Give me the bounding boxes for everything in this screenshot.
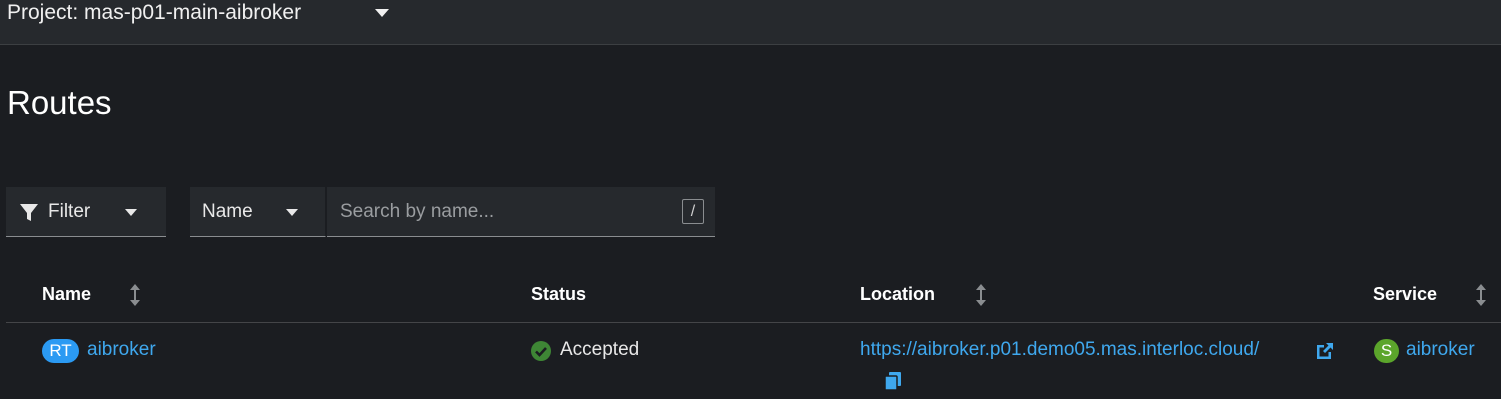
caret-down-icon[interactable] <box>374 8 390 18</box>
status-text: Accepted <box>560 339 640 360</box>
table-divider <box>6 322 1501 323</box>
external-link-icon[interactable] <box>1315 341 1335 361</box>
caret-down-icon <box>286 209 298 216</box>
column-header-status[interactable]: Status <box>531 284 586 305</box>
filter-button[interactable]: Filter <box>6 187 166 237</box>
sort-icon[interactable] <box>975 283 987 307</box>
project-bar: Project: mas-p01-main-aibroker <box>0 0 1501 45</box>
column-header-service[interactable]: Service <box>1373 284 1437 305</box>
copy-icon[interactable] <box>884 371 902 391</box>
search-input[interactable] <box>327 187 667 236</box>
column-header-name[interactable]: Name <box>42 284 91 305</box>
route-name-link[interactable]: aibroker <box>87 339 156 361</box>
route-badge: RT <box>42 339 79 363</box>
location-link[interactable]: https://aibroker.p01.demo05.mas.interloc… <box>860 339 1259 361</box>
column-header-location[interactable]: Location <box>860 284 935 305</box>
page-title: Routes <box>7 84 112 121</box>
project-selector[interactable]: Project: mas-p01-main-aibroker <box>7 1 301 25</box>
filter-label: Filter <box>48 201 91 222</box>
caret-down-icon <box>125 209 137 216</box>
service-badge: S <box>1374 339 1399 363</box>
keyboard-shortcut-hint: / <box>682 199 704 224</box>
attribute-select-label: Name <box>202 201 253 222</box>
service-link[interactable]: aibroker <box>1406 339 1475 361</box>
filter-icon <box>20 204 38 221</box>
check-circle-icon <box>531 341 551 361</box>
attribute-select[interactable]: Name <box>190 187 326 237</box>
search-box: / <box>327 187 715 237</box>
sort-icon[interactable] <box>1475 283 1487 307</box>
sort-icon[interactable] <box>129 283 141 307</box>
